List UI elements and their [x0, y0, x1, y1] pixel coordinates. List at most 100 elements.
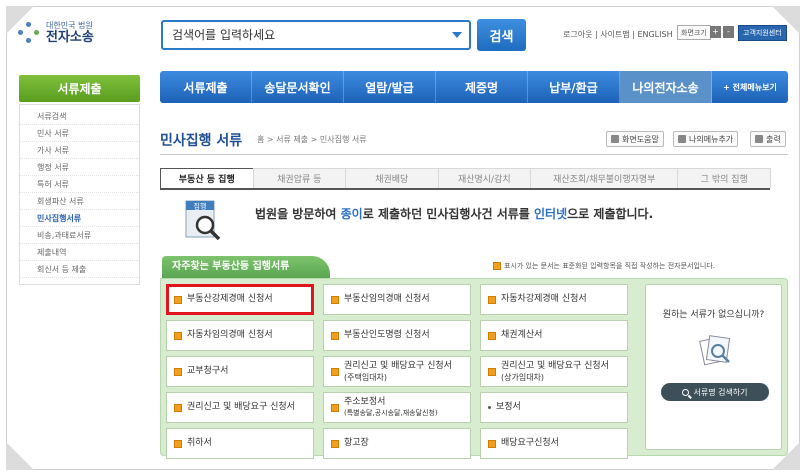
intro-icon-label: 집행: [194, 202, 207, 211]
tab-asset-disclosure[interactable]: 재산명시/감치: [437, 168, 532, 188]
e-document-icon: [488, 439, 496, 448]
tab-distribution[interactable]: 채권배당: [345, 168, 439, 188]
document-label-group: 권리신고 및 배당요구 신청서 (상가임대차): [501, 361, 609, 383]
intro-highlight: 인터넷: [534, 207, 568, 221]
sidebar-item[interactable]: 민사 서류: [20, 125, 139, 142]
sidebar-item[interactable]: 행정 서류: [20, 159, 139, 176]
document-label: 부동산강제경매 신청서: [187, 294, 273, 304]
site-logo[interactable]: 대한민국 법원 전자소송: [18, 20, 94, 45]
document-label: 자동차강제경매 신청서: [501, 294, 587, 304]
intro-part: 로 제출하던 민사집행사건 서류를: [362, 207, 535, 221]
legend-text: 표시가 있는 문서는 표준화된 입력항목을 직접 작성하는 전자문서입니다.: [504, 262, 715, 270]
document-label: 취하서: [187, 438, 212, 448]
e-document-icon: [174, 439, 182, 448]
legend: 표시가 있는 문서는 표준화된 입력항목을 직접 작성하는 전자문서입니다.: [493, 261, 715, 271]
document-link[interactable]: 취하서: [166, 428, 314, 459]
nav-item-active[interactable]: 나의전자소송: [620, 71, 712, 103]
document-link[interactable]: 채권계산서: [480, 320, 628, 351]
sidebar-item[interactable]: 회생파산 서류: [20, 193, 139, 210]
document-label-group: 권리신고 및 배당요구 신청서 (주택임대차): [344, 361, 452, 383]
bookmark-icon: [678, 135, 686, 143]
e-document-icon: [174, 403, 182, 412]
search-box: [161, 20, 471, 50]
sidebar-menu: 서류검색 민사 서류 가사 서류 행정 서류 특허 서류 회생파산 서류 민사집…: [19, 104, 140, 285]
nav-item[interactable]: 서류제출: [160, 71, 252, 103]
document-sublabel: (상가임대차): [501, 372, 545, 382]
tab-garnishment[interactable]: 채권압류 등: [252, 168, 347, 188]
document-link[interactable]: 부동산임의경매 신청서: [323, 284, 471, 315]
e-document-icon: [174, 331, 182, 340]
document-label: 부동산임의경매 신청서: [344, 294, 430, 304]
tab-real-estate[interactable]: 부동산 등 집행: [160, 168, 254, 188]
intro-description: 법원을 방문하여 종이로 제출하던 민사집행사건 서류를 인터넷으로 제출합니다…: [255, 205, 653, 222]
utility-links[interactable]: 로그아웃 | 사이트맵 | ENGLISH: [563, 29, 673, 40]
e-document-icon: [331, 295, 339, 304]
document-link[interactable]: 항고장: [323, 428, 471, 459]
document-search-box: 원하는 서류가 없으십니까? 서류명 검색하기: [645, 284, 782, 450]
nav-item[interactable]: 송달문서확인: [252, 71, 344, 103]
print-label: 출력: [766, 134, 781, 144]
sidebar-item[interactable]: 가사 서류: [20, 142, 139, 159]
tab-asset-inquiry[interactable]: 재산조회/채무불이행자명부: [530, 168, 679, 188]
search-input[interactable]: [163, 22, 443, 48]
document-link[interactable]: 배당요구신청서: [480, 428, 628, 459]
tab-bar: 부동산 등 집행 채권압류 등 채권배당 재산명시/감치 재산조회/채무불이행자…: [160, 168, 771, 190]
document-label: 항고장: [344, 438, 369, 448]
e-document-icon: [488, 367, 496, 376]
intro-part: 으로 제출합니다.: [567, 207, 654, 221]
font-increase-button[interactable]: +: [710, 26, 721, 38]
document-sublabel: (주택임대차): [344, 372, 388, 382]
document-name-search-button[interactable]: 서류명 검색하기: [661, 383, 769, 401]
bullet-icon: [488, 406, 491, 409]
document-link[interactable]: 보정서: [480, 392, 628, 423]
sidebar-item[interactable]: 비송,과태료서류: [20, 227, 139, 244]
document-label: 교부청구서: [187, 366, 229, 376]
help-label: 화면도움말: [622, 134, 659, 144]
document-label: 권리신고 및 배당요구 신청서: [187, 402, 295, 412]
sidebar-item[interactable]: 제출내역: [20, 244, 139, 261]
sidebar-item-active[interactable]: 민사집행서류: [20, 210, 139, 227]
document-label: 주소보정서: [344, 396, 386, 407]
document-link[interactable]: 자동차강제경매 신청서: [480, 284, 628, 315]
page-title: 민사집행 서류: [160, 133, 243, 149]
sidebar-item[interactable]: 서류검색: [20, 108, 139, 125]
document-label: 채권계산서: [501, 330, 543, 340]
document-link-highlighted[interactable]: 부동산강제경매 신청서: [166, 284, 314, 315]
sidebar-title: 서류제출: [19, 75, 140, 102]
print-button[interactable]: 출력: [750, 131, 786, 147]
e-document-icon: [331, 367, 339, 376]
e-document-icon: [174, 367, 182, 376]
font-decrease-button[interactable]: -: [723, 26, 734, 38]
document-link[interactable]: 자동차임의경매 신청서: [166, 320, 314, 351]
main-navigation: 서류제출 송달문서확인 열람/발급 제증명 납부/환급 나의전자소송 + 전체메…: [160, 71, 788, 103]
sidebar-item[interactable]: 회신서 등 제출: [20, 261, 139, 278]
sidebar-item[interactable]: 특허 서류: [20, 176, 139, 193]
logo-title: 전자소송: [46, 30, 94, 45]
document-link[interactable]: 주소보정서 (특별송달,공시송달,재송달신청): [323, 392, 471, 423]
document-label: 배당요구신청서: [501, 438, 559, 448]
add-my-menu-button[interactable]: 나의메뉴추가: [673, 131, 739, 147]
document-link[interactable]: 부동산인도명령 신청서: [323, 320, 471, 351]
dropdown-arrow-icon[interactable]: [452, 32, 462, 38]
document-link[interactable]: 교부청구서: [166, 356, 314, 387]
search-button[interactable]: 검색: [477, 19, 526, 51]
help-button[interactable]: 화면도움말: [606, 131, 664, 147]
support-center-button[interactable]: 고객지원센터: [738, 25, 787, 41]
tab-other[interactable]: 그 밖의 집행: [677, 168, 771, 188]
search-prompt: 원하는 서류가 없으십니까?: [662, 310, 765, 320]
nav-item[interactable]: 제증명: [436, 71, 528, 103]
document-link[interactable]: 권리신고 및 배당요구 신청서: [166, 392, 314, 423]
nav-item[interactable]: 열람/발급: [344, 71, 436, 103]
add-my-menu-label: 나의메뉴추가: [689, 134, 734, 144]
document-link[interactable]: 권리신고 및 배당요구 신청서 (상가임대차): [480, 356, 628, 387]
document-grid: 부동산강제경매 신청서 부동산임의경매 신청서 자동차강제경매 신청서 자동차임…: [166, 284, 636, 459]
document-label: 권리신고 및 배당요구 신청서: [501, 360, 609, 371]
document-label-group: 주소보정서 (특별송달,공시송달,재송달신청): [344, 397, 438, 419]
intro-part: 법원을 방문하여: [255, 207, 341, 221]
e-document-icon: [174, 295, 182, 304]
corner-decoration: [6, 442, 34, 470]
nav-item[interactable]: 납부/환급: [528, 71, 620, 103]
document-link[interactable]: 권리신고 및 배당요구 신청서 (주택임대차): [323, 356, 471, 387]
all-menu-link[interactable]: + 전체메뉴보기: [712, 71, 788, 103]
printer-icon: [755, 135, 763, 143]
